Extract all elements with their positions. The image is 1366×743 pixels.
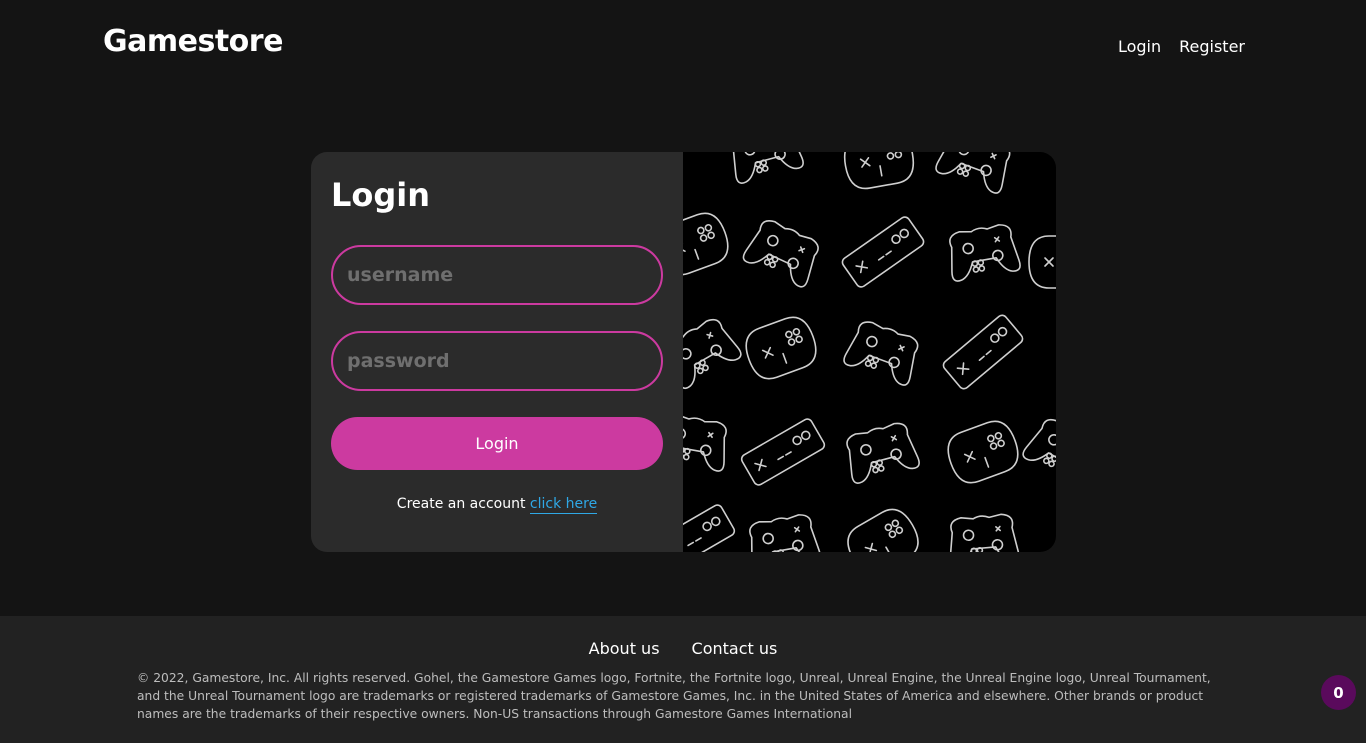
create-account-link[interactable]: click here <box>529 496 598 514</box>
cart-count-badge[interactable]: 0 <box>1321 675 1356 710</box>
login-button[interactable]: Login <box>331 417 663 470</box>
login-title: Login <box>331 176 431 214</box>
gamepad-pattern-icon <box>683 152 1056 552</box>
site-footer: About us Contact us © 2022, Gamestore, I… <box>0 616 1366 743</box>
gamepad-pattern-image <box>683 152 1056 552</box>
site-header: Gamestore Login Register <box>0 0 1366 90</box>
login-card: Login Login Create an account click here <box>311 152 1056 552</box>
footer-contact-link[interactable]: Contact us <box>692 639 778 658</box>
footer-links: About us Contact us <box>0 639 1366 658</box>
username-input[interactable] <box>331 245 663 305</box>
footer-legal-text: © 2022, Gamestore, Inc. All rights reser… <box>137 671 1211 721</box>
create-account-text: Create an account <box>396 496 526 512</box>
brand-logo[interactable]: Gamestore <box>103 24 283 59</box>
page: Gamestore Login Register Login Login Cre… <box>0 0 1366 743</box>
login-form-panel: Login Login Create an account click here <box>311 152 683 552</box>
nav-register-link[interactable]: Register <box>1179 37 1245 56</box>
password-input[interactable] <box>331 331 663 391</box>
top-nav: Login Register <box>1118 37 1245 56</box>
create-account-row: Create an account click here <box>311 496 683 514</box>
nav-login-link[interactable]: Login <box>1118 37 1161 56</box>
footer-about-link[interactable]: About us <box>589 639 660 658</box>
